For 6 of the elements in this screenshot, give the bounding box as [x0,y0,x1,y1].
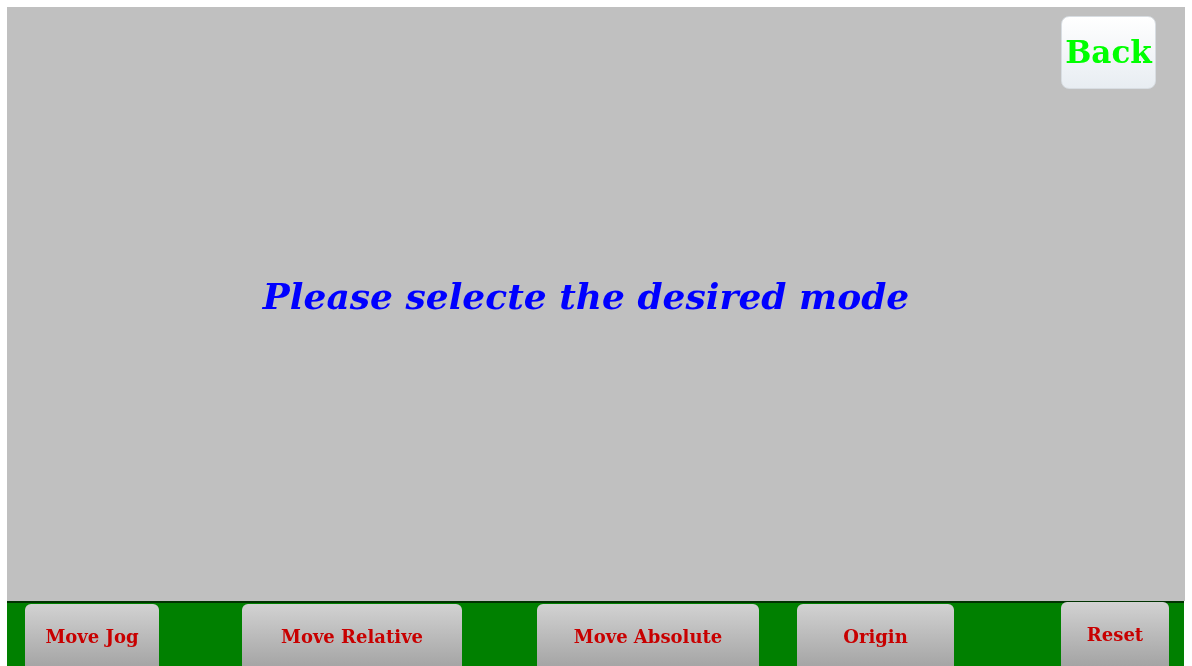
mode-button[interactable]: Move Absolute [537,604,759,666]
mode-prompt: Please selecte the desired mode [262,274,910,319]
mode-button[interactable]: Reset [1061,602,1169,666]
mode-button[interactable]: Origin [797,604,954,666]
mode-button[interactable]: Move Jog [25,604,159,666]
mode-button[interactable]: Move Relative [242,604,462,666]
